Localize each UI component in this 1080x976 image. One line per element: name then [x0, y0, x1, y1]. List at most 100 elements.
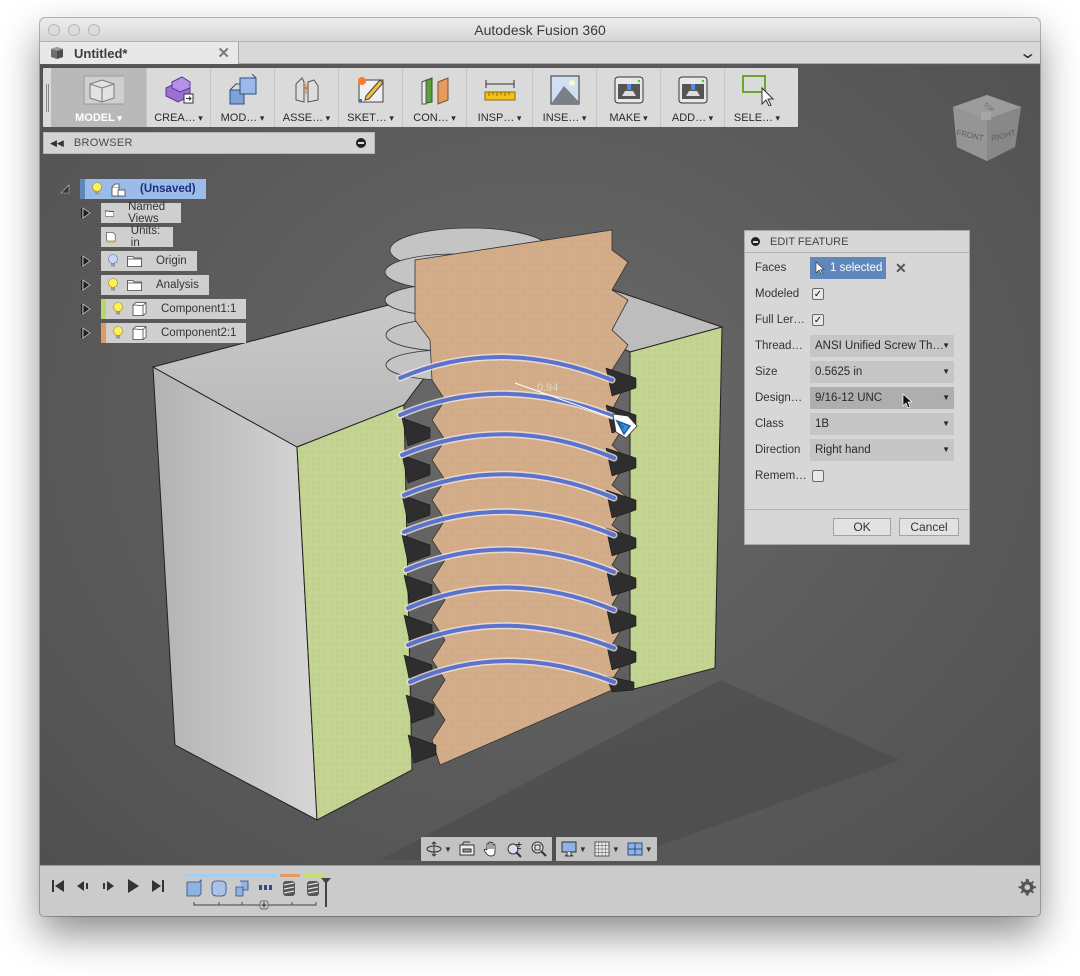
inspect-ruler-icon: [484, 80, 515, 101]
document-tab[interactable]: Untitled* ✕: [40, 42, 239, 64]
main-toolbar: MODEL CREA… MOD…: [43, 68, 798, 127]
thread-type-select[interactable]: ANSI Unified Screw Th… ▼: [810, 335, 954, 357]
tool-modify[interactable]: MOD…: [211, 68, 275, 127]
step-back-icon[interactable]: [75, 878, 91, 894]
document-tab-bar: Untitled* ✕ ⌄: [40, 42, 1040, 64]
dropdown-caret-icon: ▼: [644, 844, 653, 854]
dropdown-caret-icon: ▼: [444, 844, 452, 854]
browser-node-component2[interactable]: Component2:1: [101, 323, 247, 343]
timeline-feature-cylinder[interactable]: [211, 880, 227, 897]
go-to-start-icon[interactable]: [50, 878, 66, 894]
tool-inspect[interactable]: INSP…: [467, 68, 533, 127]
make-3dprint-icon: [614, 76, 643, 104]
size-select[interactable]: 0.5625 in ▼: [810, 361, 954, 383]
visibility-bulb-icon[interactable]: [112, 326, 124, 340]
browser-item-label: Component2:1: [161, 327, 237, 339]
tool-assemble-label: ASSE…: [283, 112, 330, 124]
close-window-button[interactable]: [48, 24, 60, 36]
component-color-swatch: [101, 323, 106, 343]
ok-button[interactable]: OK: [833, 518, 891, 536]
orbit-button[interactable]: ▼: [425, 840, 452, 858]
timeline-feature-thread-1[interactable]: [283, 881, 295, 896]
tool-insert[interactable]: INSE…: [533, 68, 597, 127]
pan-button[interactable]: [482, 840, 500, 858]
grid-settings-button[interactable]: ▼: [593, 840, 620, 858]
browser-node-named-views[interactable]: Named Views: [101, 201, 182, 225]
units-document-icon: [106, 231, 116, 243]
tool-sketch[interactable]: SKET…: [339, 68, 403, 127]
selection-cursor-icon: [815, 261, 825, 275]
component-icon: [132, 326, 147, 340]
browser-item-label: Origin: [156, 255, 187, 267]
toolbar-grip[interactable]: [43, 68, 51, 127]
timeline-feature-combine[interactable]: [235, 880, 249, 897]
visibility-bulb-icon[interactable]: [91, 182, 103, 196]
close-tab-icon[interactable]: ✕: [217, 44, 230, 62]
visibility-bulb-icon[interactable]: [107, 278, 119, 292]
expand-triangle-icon[interactable]: [81, 279, 91, 291]
tool-insert-label: INSE…: [543, 112, 587, 124]
browser-root-node[interactable]: (Unsaved): [80, 179, 206, 199]
tool-create[interactable]: CREA…: [147, 68, 211, 127]
dialog-header: EDIT FEATURE: [745, 231, 969, 253]
dropdown-caret-icon: ▼: [942, 419, 950, 428]
zoom-window-button[interactable]: [88, 24, 100, 36]
minimize-window-button[interactable]: [68, 24, 80, 36]
browser-node-units[interactable]: Units: in: [101, 225, 174, 249]
browser-node-component1[interactable]: Component1:1: [101, 299, 247, 319]
tab-overflow-chevron-icon[interactable]: ⌄: [1018, 43, 1037, 63]
viewports-button[interactable]: ▼: [626, 840, 653, 858]
timeline-feature-thread-2[interactable]: [307, 881, 319, 896]
cancel-button[interactable]: Cancel: [899, 518, 959, 536]
modeled-row: Modeled ✓: [745, 283, 969, 305]
full-length-checkbox[interactable]: ✓: [812, 314, 824, 326]
direction-select[interactable]: Right hand ▼: [810, 439, 954, 461]
timeline-feature-pattern[interactable]: [259, 885, 272, 890]
section-green-right: [629, 326, 723, 691]
display-settings-button[interactable]: ▼: [560, 840, 587, 858]
dropdown-caret-icon: ▼: [578, 844, 587, 854]
look-at-icon: [459, 841, 475, 856]
tool-addins-label: ADD…: [672, 112, 713, 124]
fit-button[interactable]: [530, 840, 548, 858]
faces-selection-button[interactable]: 1 selected: [810, 257, 886, 279]
browser-node-origin[interactable]: Origin: [101, 251, 197, 271]
tool-make[interactable]: MAKE: [597, 68, 661, 127]
collapse-triangle-icon[interactable]: [60, 183, 70, 195]
play-icon[interactable]: [125, 878, 141, 894]
expand-triangle-icon[interactable]: [81, 327, 91, 339]
class-select[interactable]: 1B ▼: [810, 413, 954, 435]
viewport-canvas[interactable]: 0.94 MODEL ▾ CREA… ▾ MOD… ▾ ASSE… ▾ SKET…: [40, 65, 1040, 865]
zoom-button[interactable]: [506, 840, 524, 858]
expand-triangle-icon[interactable]: [81, 303, 91, 315]
tool-addins[interactable]: ADD…: [661, 68, 725, 127]
step-forward-icon[interactable]: [100, 878, 116, 894]
timeline-add-marker-icon[interactable]: [259, 900, 269, 910]
expand-triangle-icon[interactable]: [81, 207, 91, 219]
browser-title: BROWSER: [73, 137, 133, 149]
tool-inspect-label: INSP…: [478, 112, 522, 124]
browser-node-analysis[interactable]: Analysis: [101, 275, 209, 295]
tool-construct[interactable]: CON…: [403, 68, 467, 127]
go-to-end-icon[interactable]: [150, 878, 166, 894]
visibility-bulb-icon[interactable]: [112, 302, 124, 316]
timeline-marker-handle[interactable]: [321, 878, 331, 907]
designation-select[interactable]: 9/16-12 UNC ▼: [810, 387, 954, 409]
workspace-switcher-model[interactable]: MODEL: [51, 68, 147, 127]
insert-image-icon: [550, 75, 579, 105]
tool-assemble[interactable]: ASSE…: [275, 68, 339, 127]
collapse-browser-icon[interactable]: ◀◀: [50, 138, 64, 149]
look-at-button[interactable]: [458, 840, 476, 858]
expand-triangle-icon[interactable]: [81, 255, 91, 267]
remember-checkbox[interactable]: [812, 470, 824, 482]
browser-minimize-icon[interactable]: [356, 138, 366, 148]
modeled-checkbox[interactable]: ✓: [812, 288, 824, 300]
viewcube[interactable]: FRONT RIGHT TOP: [945, 85, 1025, 165]
timeline-feature-extrude[interactable]: [186, 879, 202, 897]
visibility-bulb-off-icon[interactable]: [107, 254, 119, 268]
dialog-minimize-icon[interactable]: [751, 237, 760, 246]
tool-select[interactable]: SELE…: [725, 68, 789, 127]
model-workspace-icon: [83, 75, 124, 105]
clear-selection-icon[interactable]: ✕: [895, 260, 907, 277]
timeline-settings-gear-icon[interactable]: [1018, 878, 1036, 896]
